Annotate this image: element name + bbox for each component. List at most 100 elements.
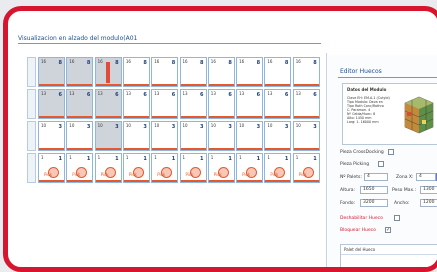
cell-number: 6	[256, 92, 261, 98]
cell-number: 6	[200, 92, 204, 98]
cell-bottom-bar	[293, 148, 319, 150]
cell-label: 1	[125, 155, 129, 160]
cell-bottom-bar	[152, 148, 178, 150]
grid-cell[interactable]: 1 1 Pick	[292, 153, 320, 183]
cell-number: 6	[313, 92, 317, 98]
grid-cell[interactable]: 1 1 Pick	[151, 153, 179, 183]
panel-title: Editor Huecos	[340, 68, 382, 75]
grid-cell[interactable]: 13 6	[38, 89, 65, 119]
cell-bottom-bar	[67, 148, 93, 150]
cell-bottom-bar	[293, 84, 319, 86]
cell-number: 8	[256, 60, 261, 66]
row-tab[interactable]	[27, 153, 36, 183]
cell-number: 1	[143, 156, 147, 162]
grid-cell[interactable]: 10 3	[122, 121, 150, 151]
deshabilitar-checkbox[interactable]	[394, 215, 400, 221]
cell-number: 3	[115, 124, 119, 130]
grid-cell[interactable]: 16 8	[151, 57, 179, 87]
grid-cell[interactable]: 13 6	[264, 89, 292, 119]
row-tab[interactable]	[27, 89, 36, 119]
grid-cell[interactable]: 13 6	[292, 89, 320, 119]
npalets-input[interactable]: 4	[364, 173, 388, 181]
grid-cell[interactable]: 16 8	[292, 57, 320, 87]
grid-cell[interactable]: 13 6	[236, 89, 264, 119]
grid-cell[interactable]: 10 3	[38, 121, 65, 151]
grid-cell[interactable]: 1 1 Pick	[207, 153, 235, 183]
cell-label: 13	[97, 91, 103, 96]
cell-bottom-bar	[123, 84, 149, 86]
grid-cell[interactable]: 10 3	[207, 121, 235, 151]
cell-bottom-bar	[208, 84, 234, 86]
grid-cell[interactable]: 16 8	[207, 57, 235, 87]
cell-number: 8	[115, 60, 119, 66]
cell-bottom-bar	[67, 116, 93, 118]
grid-cell[interactable]: 13 6	[94, 89, 122, 119]
cell-label: 13	[210, 91, 216, 96]
cell-label: 10	[295, 123, 301, 128]
row-tab[interactable]	[27, 121, 36, 151]
cell-bottom-bar	[208, 148, 234, 150]
grid-cell[interactable]: 10 3	[151, 121, 179, 151]
grid-cell[interactable]: 1 1 Pick	[122, 153, 150, 183]
cell-number: 6	[171, 92, 176, 98]
grid-cell[interactable]: 13 6	[179, 89, 207, 119]
grid-cell[interactable]: 13 6	[122, 89, 150, 119]
cell-label: 1	[267, 155, 270, 160]
grid-cell[interactable]: 16 8	[236, 57, 264, 87]
grid-cell[interactable]: 13 6	[151, 89, 179, 119]
cell-label: 10	[69, 123, 75, 128]
cell-bottom-bar	[265, 116, 291, 118]
grid-cell[interactable]: 13 6	[66, 89, 94, 119]
grid-cell[interactable]: 16 8	[66, 57, 94, 87]
picking-label: Pieza Picking	[340, 162, 370, 167]
ancho-input[interactable]: 1200	[420, 199, 437, 207]
grid-cell[interactable]: 10 3	[264, 121, 292, 151]
zona-select[interactable]: 4	[416, 173, 436, 181]
cell-bottom-bar	[293, 116, 319, 118]
grid-cell[interactable]: 16 8	[38, 57, 65, 87]
grid-cell[interactable]: 1 1 Pick	[179, 153, 207, 183]
grid-cell[interactable]: 10 3	[66, 121, 94, 151]
cell-bottom-bar	[180, 148, 206, 150]
cell-number: 3	[58, 124, 62, 130]
cell-label: 1	[239, 155, 242, 160]
grid-cell[interactable]: 13 6	[207, 89, 235, 119]
grid-cell[interactable]: 1 1 Pick	[38, 153, 65, 183]
cell-bottom-bar	[67, 180, 93, 182]
peso-input[interactable]: 1300	[420, 186, 437, 194]
cell-bottom-bar	[293, 180, 319, 182]
cell-number: 8	[284, 60, 289, 66]
grid-cell[interactable]: 10 3	[292, 121, 320, 151]
grid-cell[interactable]: 1 1 Pick	[264, 153, 292, 183]
grid-cell[interactable]: 16 8	[122, 57, 150, 87]
crossdocking-checkbox[interactable]	[388, 149, 394, 155]
grid-cell[interactable]: 16 8	[179, 57, 207, 87]
cell-label: 16	[182, 59, 188, 64]
row-tab[interactable]	[27, 57, 36, 87]
cell-bottom-bar	[180, 116, 206, 118]
grid-cell[interactable]: 16 8	[94, 57, 122, 87]
cell-number: 1	[86, 156, 91, 162]
cell-bottom-bar	[95, 84, 121, 86]
row-tabs	[27, 57, 36, 183]
cell-label: 10	[267, 123, 273, 128]
grid-cell[interactable]: 1 1 Pick	[66, 153, 94, 183]
cell-number: 8	[143, 60, 147, 66]
picking-checkbox[interactable]	[378, 161, 384, 167]
bloquear-checkbox[interactable]: ✓	[385, 227, 391, 233]
cell-number: 6	[284, 92, 289, 98]
cell-label: 10	[239, 123, 245, 128]
grid-cell[interactable]: 10 3	[94, 121, 122, 151]
grid-cell[interactable]: 16 8	[264, 57, 292, 87]
fondo-input[interactable]: 3200	[360, 199, 388, 207]
grid-cell[interactable]: 1 1 Pick	[236, 153, 264, 183]
grid-cell[interactable]: 1 1 Pick	[94, 153, 122, 183]
altura-input[interactable]: 1650	[360, 186, 388, 194]
grid-cell[interactable]: 10 3	[236, 121, 264, 151]
app-frame: Visualizacion en alzado del modulo(A01 1…	[3, 6, 437, 272]
cell-label: 16	[210, 59, 216, 64]
cell-bottom-bar	[237, 148, 263, 150]
cell-bottom-bar	[180, 84, 206, 86]
cell-tag: Pick	[100, 172, 109, 177]
grid-cell[interactable]: 10 3	[179, 121, 207, 151]
